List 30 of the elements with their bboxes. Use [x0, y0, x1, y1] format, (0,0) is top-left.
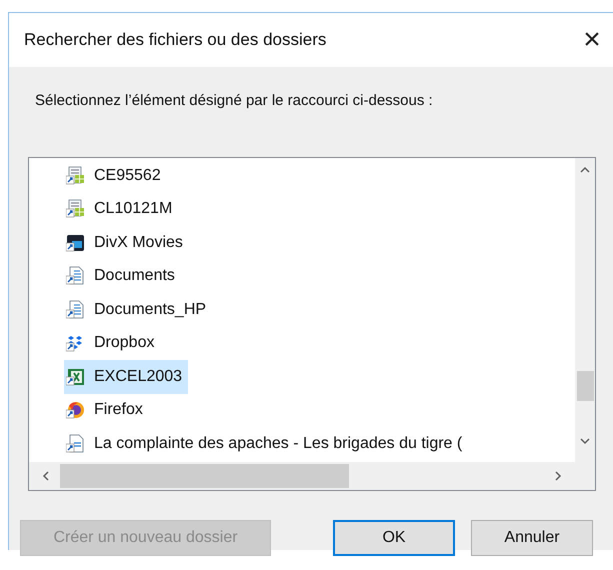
scroll-left-icon[interactable] — [42, 470, 50, 482]
tree-item[interactable]: La complainte des apaches - Les brigades du tigre ( — [64, 426, 468, 461]
tree-item[interactable]: Documents — [64, 259, 181, 294]
window-title: Rechercher des fichiers ou des dossiers — [24, 29, 326, 52]
spreadsheet-shortcut-icon — [66, 166, 86, 186]
horizontal-scrollbar[interactable] — [29, 462, 595, 490]
scroll-right-icon[interactable] — [554, 470, 562, 482]
scrollbar-thumb[interactable] — [576, 371, 594, 401]
tree-item[interactable]: CE95562 — [64, 158, 167, 193]
dialog-button[interactable]: Annuler — [471, 520, 593, 556]
tree-item[interactable]: DivX Movies — [64, 226, 189, 260]
scroll-up-icon[interactable] — [579, 166, 591, 174]
tree-item[interactable]: Dropbox — [64, 326, 160, 360]
vertical-scrollbar[interactable] — [575, 158, 595, 462]
instruction-text: Sélectionnez l’élément désigné par le raccourci ci-dessous : — [35, 92, 433, 109]
scrollbar-thumb[interactable] — [60, 464, 349, 488]
dialog-button[interactable]: OK — [333, 520, 455, 556]
browser-shortcut-icon — [66, 400, 86, 420]
media-folder-shortcut-icon — [66, 232, 86, 253]
excel-shortcut-icon — [66, 366, 86, 387]
document-shortcut-icon — [66, 266, 86, 286]
document-shortcut-icon — [66, 300, 86, 320]
spreadsheet-shortcut-icon — [66, 199, 86, 220]
tree-item[interactable]: Documents_HP — [64, 292, 212, 327]
tree-item[interactable]: EXCEL2003 — [64, 360, 188, 394]
close-button[interactable]: × — [575, 23, 609, 57]
scroll-down-icon[interactable] — [579, 437, 591, 445]
tree-item[interactable]: CL10121M — [64, 192, 178, 226]
tree-item[interactable]: Firefox — [64, 393, 149, 428]
file-shortcut-icon — [66, 434, 86, 454]
